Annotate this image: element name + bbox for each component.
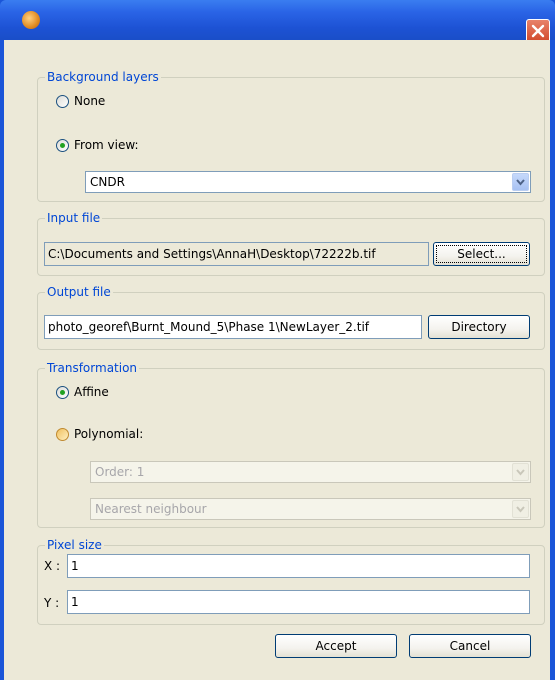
radio-from-view-label: From view: (74, 138, 139, 152)
radio-polynomial-indicator (56, 427, 69, 441)
input-file-title: Input file (45, 211, 103, 225)
radio-affine[interactable]: Affine (56, 385, 109, 399)
output-file-path-input[interactable]: photo_georef\Burnt_Mound_5\Phase 1\NewLa… (44, 315, 422, 339)
dialog-body: Background layers None From view: CNDR I… (4, 40, 550, 680)
radio-affine-label: Affine (74, 385, 109, 399)
radio-none[interactable]: None (56, 94, 105, 108)
output-file-title: Output file (45, 285, 113, 299)
view-select-value: CNDR (90, 175, 125, 189)
pixel-size-y-input[interactable]: 1 (67, 590, 530, 614)
background-layers-title: Background layers (45, 70, 161, 84)
pixel-size-y-label: Y : (44, 596, 60, 610)
interpolation-select: Nearest neighbour (90, 498, 531, 520)
view-select-button[interactable] (512, 173, 529, 191)
radio-from-view[interactable]: From view: (56, 138, 139, 152)
directory-button[interactable]: Directory (428, 315, 530, 339)
close-icon (531, 24, 545, 38)
transformation-title: Transformation (45, 361, 140, 375)
interpolation-select-button (512, 500, 529, 518)
select-file-button[interactable]: Select... (433, 242, 530, 266)
radio-affine-indicator (56, 385, 69, 399)
radio-none-indicator (56, 94, 69, 108)
radio-polynomial[interactable]: Polynomial: (56, 427, 143, 441)
view-select[interactable]: CNDR (85, 171, 531, 193)
chevron-down-icon (516, 179, 525, 186)
accept-button[interactable]: Accept (275, 634, 397, 658)
pixel-size-title: Pixel size (45, 538, 104, 552)
chevron-down-icon (516, 506, 525, 513)
cancel-button[interactable]: Cancel (409, 634, 531, 658)
dialog-window: Background layers None From view: CNDR I… (0, 0, 555, 680)
chevron-down-icon (516, 469, 525, 476)
title-bar[interactable] (0, 0, 555, 43)
radio-none-label: None (74, 94, 106, 108)
app-globe-icon (22, 11, 40, 29)
input-file-path: C:\Documents and Settings\AnnaH\Desktop\… (44, 242, 429, 266)
interpolation-select-value: Nearest neighbour (95, 502, 207, 516)
radio-from-view-indicator (56, 138, 69, 152)
order-select-button (512, 463, 529, 481)
pixel-size-x-input[interactable]: 1 (67, 554, 530, 578)
order-select-value: Order: 1 (95, 465, 145, 479)
pixel-size-x-label: X : (44, 559, 61, 573)
radio-polynomial-label: Polynomial: (74, 427, 144, 441)
order-select: Order: 1 (90, 461, 531, 483)
